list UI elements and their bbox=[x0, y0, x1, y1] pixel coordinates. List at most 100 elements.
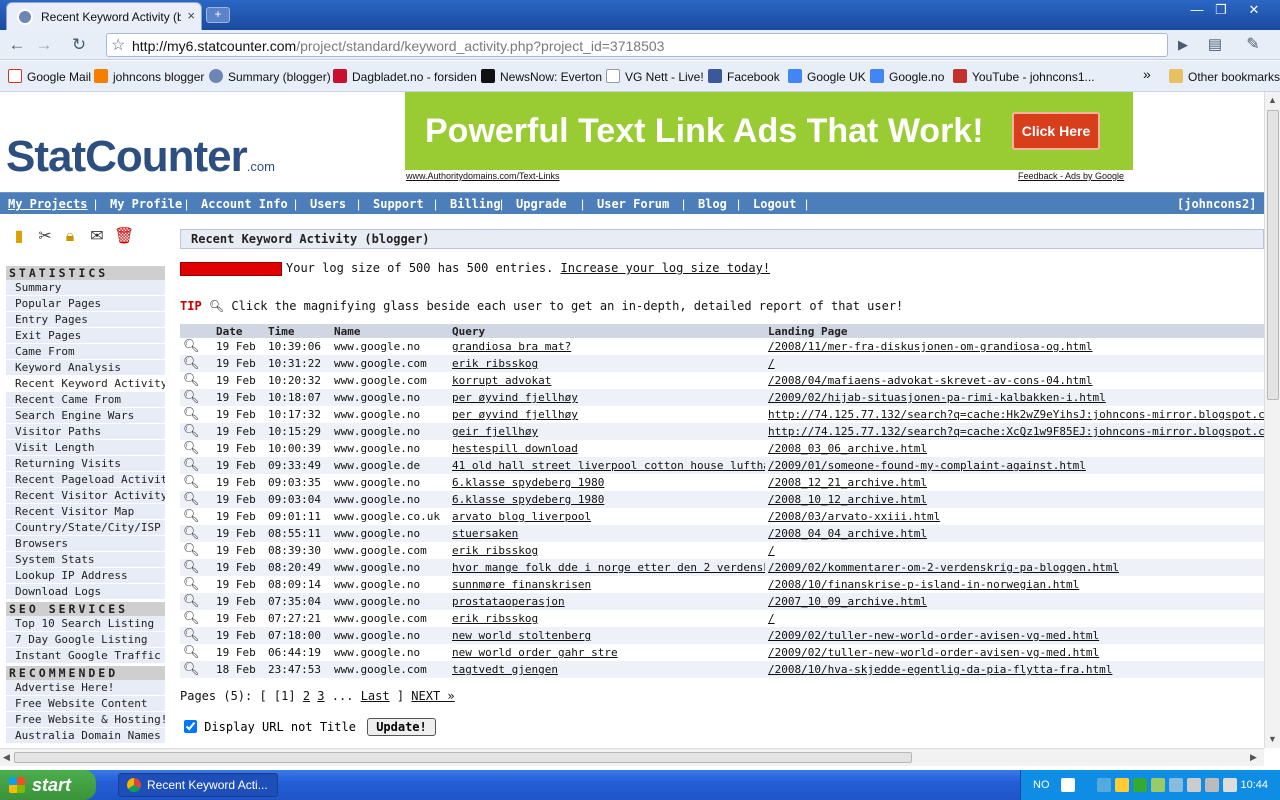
magnifier-icon[interactable]: 🔍︎ bbox=[183, 492, 200, 507]
back-icon[interactable]: ← bbox=[6, 35, 28, 55]
new-tab-button[interactable]: + bbox=[206, 7, 230, 23]
sidebar-item[interactable]: Keyword Analysis bbox=[6, 360, 165, 376]
row-query-link[interactable]: prostataoperasjon bbox=[452, 595, 565, 608]
row-landing-page-link[interactable]: /2008_03_06_archive.html bbox=[768, 442, 927, 455]
nav-billing[interactable]: Billing bbox=[450, 197, 501, 211]
nav-users[interactable]: Users bbox=[310, 197, 346, 211]
magnifier-icon[interactable]: 🔍︎ bbox=[183, 628, 200, 643]
sidebar-item[interactable]: Australia Domain Names bbox=[6, 728, 165, 744]
sidebar-item[interactable]: Entry Pages bbox=[6, 312, 165, 328]
sidebar-item[interactable]: Recent Keyword Activity bbox=[6, 376, 165, 392]
sidebar-item[interactable]: Recent Visitor Activity bbox=[6, 488, 165, 504]
ad-click-here-button[interactable]: Click Here bbox=[1012, 112, 1100, 150]
magnifier-icon[interactable]: 🔍︎ bbox=[183, 441, 200, 456]
lock-icon[interactable]: 🔒︎ bbox=[61, 228, 79, 246]
row-landing-page-link[interactable]: /2009/01/someone-found-my-complaint-agai… bbox=[768, 459, 1086, 472]
row-landing-page-link[interactable]: /2008/04/mafiaens-advokat-skrevet-av-con… bbox=[768, 374, 1093, 387]
taskbar-chrome-window[interactable]: Recent Keyword Acti... bbox=[118, 773, 278, 797]
sidebar-item[interactable]: Visitor Paths bbox=[6, 424, 165, 440]
horizontal-scrollbar[interactable]: ◀ ▶ bbox=[0, 748, 1264, 766]
monitor-icon[interactable] bbox=[1187, 778, 1201, 792]
row-landing-page-link[interactable]: /2009/02/kommentarer-om-2-verdenskrig-pa… bbox=[768, 561, 1119, 574]
tray-app-icon[interactable] bbox=[1151, 778, 1165, 792]
nav-my-profile[interactable]: My Profile bbox=[110, 197, 182, 211]
minimize-button[interactable]: — bbox=[1184, 2, 1210, 18]
sidebar-item[interactable]: Visit Length bbox=[6, 440, 165, 456]
page-link-2[interactable]: 2 bbox=[303, 689, 310, 703]
row-query-link[interactable]: 41 old hall street liverpool cotton hous… bbox=[452, 459, 765, 472]
bookmark-item[interactable]: NewsNow: Everton bbox=[481, 69, 602, 84]
page-menu-icon[interactable]: ▤ bbox=[1204, 35, 1226, 55]
row-query-link[interactable]: hestespill download bbox=[452, 442, 578, 455]
row-landing-page-link[interactable]: /2008/10/finanskrise-p-island-in-norwegi… bbox=[768, 578, 1079, 591]
magnifier-icon[interactable]: 🔍︎ bbox=[183, 424, 200, 439]
sidebar-item[interactable]: Search Engine Wars bbox=[6, 408, 165, 424]
magnifier-icon[interactable]: 🔍︎ bbox=[183, 645, 200, 660]
tray-app-icon[interactable] bbox=[1205, 778, 1219, 792]
nav-blog[interactable]: Blog bbox=[698, 197, 727, 211]
magnifier-icon[interactable]: 🔍︎ bbox=[183, 458, 200, 473]
row-query-link[interactable]: 6.klasse spydeberg 1980 bbox=[452, 493, 604, 506]
row-query-link[interactable]: sunnmøre finanskrisen bbox=[452, 578, 591, 591]
update-button[interactable]: Update! bbox=[367, 718, 436, 736]
row-landing-page-link[interactable]: /2008_12_21_archive.html bbox=[768, 476, 927, 489]
ad-url-link[interactable]: www.Authoritydomains.com/Text-Links bbox=[406, 171, 560, 181]
row-query-link[interactable]: per øyvind fjellhøy bbox=[452, 408, 578, 421]
bookmark-item[interactable]: johncons blogger bbox=[94, 69, 204, 84]
close-tab-icon[interactable]: × bbox=[187, 8, 195, 23]
bookmark-item[interactable]: Google.no bbox=[870, 69, 944, 84]
bookmark-item[interactable]: Summary (blogger) bbox=[209, 69, 331, 84]
row-query-link[interactable]: 6.klasse spydeberg 1980 bbox=[452, 476, 604, 489]
sidebar-item[interactable]: Instant Google Traffic bbox=[6, 648, 165, 664]
row-query-link[interactable]: geir fjellhøy bbox=[452, 425, 538, 438]
go-icon[interactable]: ▶ bbox=[1172, 35, 1194, 55]
nav-support[interactable]: Support bbox=[373, 197, 424, 211]
language-indicator[interactable]: NO bbox=[1033, 779, 1050, 791]
row-landing-page-link[interactable]: / bbox=[768, 612, 775, 625]
row-landing-page-link[interactable]: / bbox=[768, 544, 775, 557]
bookmark-star-icon[interactable]: ☆ bbox=[111, 35, 125, 55]
sidebar-item[interactable]: Summary bbox=[6, 280, 165, 296]
row-query-link[interactable]: new world order gahr stre bbox=[452, 646, 618, 659]
horizontal-scroll-thumb[interactable] bbox=[14, 752, 912, 763]
scroll-right-icon[interactable]: ▶ bbox=[1250, 752, 1257, 763]
active-tab[interactable]: Recent Keyword Activity (b… × bbox=[6, 2, 202, 30]
security-icon[interactable] bbox=[1115, 778, 1129, 792]
magnifier-icon[interactable]: 🔍︎ bbox=[183, 560, 200, 575]
forward-icon[interactable]: → bbox=[33, 35, 55, 55]
scroll-up-icon[interactable]: ▲ bbox=[1268, 95, 1277, 105]
scroll-down-icon[interactable]: ▼ bbox=[1268, 734, 1277, 744]
row-query-link[interactable]: erik ribsskog bbox=[452, 612, 538, 625]
next-page-link[interactable]: NEXT » bbox=[411, 689, 454, 703]
nav-logout[interactable]: Logout bbox=[753, 197, 796, 211]
more-bookmarks-icon[interactable]: » bbox=[1143, 66, 1151, 82]
delete-icon[interactable]: 🗑︎ bbox=[114, 228, 134, 246]
bookmark-item[interactable]: VG Nett - Live! bbox=[606, 69, 704, 84]
magnifier-icon[interactable]: 🔍︎ bbox=[183, 356, 200, 371]
row-query-link[interactable]: tagtvedt gjengen bbox=[452, 663, 558, 676]
row-landing-page-link[interactable]: http://74.125.77.132/search?q=cache:Hk2w… bbox=[768, 408, 1264, 421]
nav-account-info[interactable]: Account Info bbox=[201, 197, 288, 211]
sidebar-item[interactable]: Lookup IP Address bbox=[6, 568, 165, 584]
other-bookmarks[interactable]: Other bookmarks bbox=[1169, 69, 1280, 84]
row-landing-page-link[interactable]: /2009/02/tuller-new-world-order-avisen-v… bbox=[768, 646, 1099, 659]
sidebar-item[interactable]: Recent Came From bbox=[6, 392, 165, 408]
bookmark-item[interactable]: Facebook bbox=[708, 69, 780, 84]
stats-chart-icon[interactable]: ▮ bbox=[10, 228, 28, 246]
close-window-button[interactable]: ✕ bbox=[1241, 2, 1267, 18]
sidebar-item[interactable]: Exit Pages bbox=[6, 328, 165, 344]
row-query-link[interactable]: stuersaken bbox=[452, 527, 518, 540]
magnifier-icon[interactable]: 🔍︎ bbox=[183, 611, 200, 626]
sidebar-item[interactable]: 7 Day Google Listing bbox=[6, 632, 165, 648]
row-landing-page-link[interactable]: /2008/10/hva-skjedde-egentlig-da-pia-fly… bbox=[768, 663, 1112, 676]
nav-upgrade[interactable]: Upgrade bbox=[516, 197, 567, 211]
row-query-link[interactable]: korrupt advokat bbox=[452, 374, 551, 387]
bookmark-item[interactable]: Google UK bbox=[788, 69, 866, 84]
magnifier-icon[interactable]: 🔍︎ bbox=[183, 373, 200, 388]
magnifier-icon[interactable]: 🔍︎ bbox=[183, 475, 200, 490]
row-landing-page-link[interactable]: http://74.125.77.132/search?q=cache:XcQz… bbox=[768, 425, 1264, 438]
magnifier-icon[interactable]: 🔍︎ bbox=[183, 390, 200, 405]
nav-user-forum[interactable]: User Forum bbox=[597, 197, 669, 211]
configure-icon[interactable]: ✂ bbox=[36, 228, 54, 246]
wrench-menu-icon[interactable]: ✎ bbox=[1242, 35, 1264, 55]
